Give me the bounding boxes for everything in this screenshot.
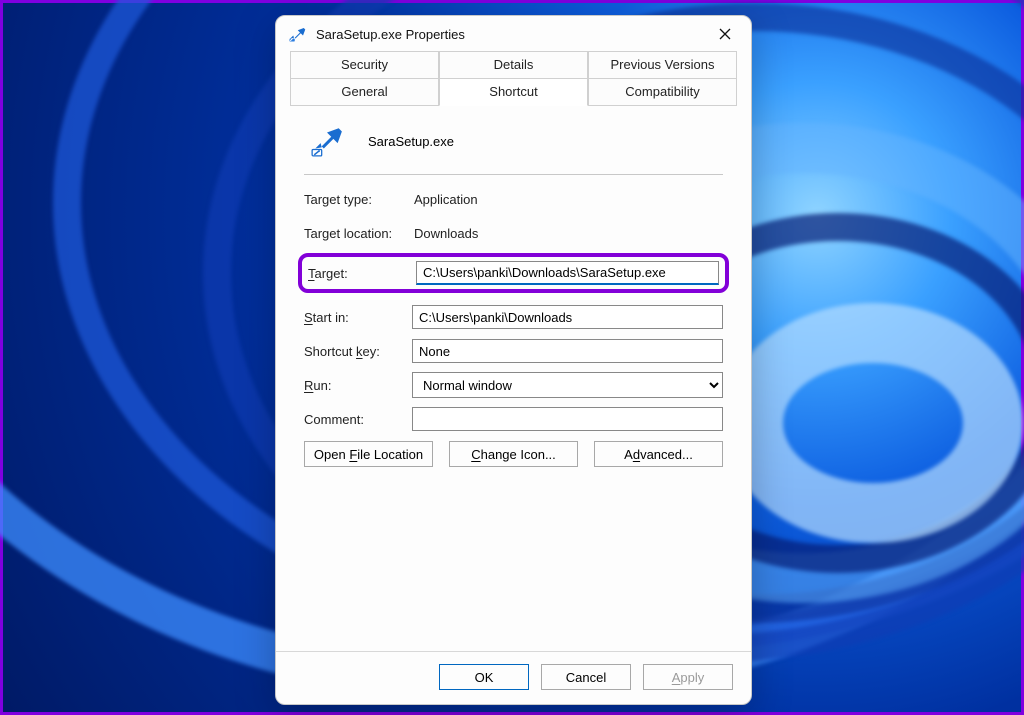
tab-general[interactable]: General — [290, 78, 439, 106]
dialog-footer: OK Cancel Apply — [276, 651, 751, 704]
start-in-input[interactable] — [412, 305, 723, 329]
label-shortcut-key: Shortcut key: — [304, 344, 412, 359]
comment-input[interactable] — [412, 407, 723, 431]
target-row-highlight: Target: — [298, 253, 729, 293]
titlebar[interactable]: SaraSetup.exe Properties — [276, 16, 751, 52]
app-shortcut-icon — [310, 124, 344, 158]
tabs: Security Details Previous Versions Gener… — [276, 52, 751, 477]
target-input[interactable] — [416, 261, 719, 285]
close-button[interactable] — [703, 18, 747, 50]
change-icon-button[interactable]: Change Icon... — [449, 441, 578, 467]
tab-security[interactable]: Security — [290, 51, 439, 79]
properties-dialog: SaraSetup.exe Properties Security Detail… — [275, 15, 752, 705]
tab-compatibility[interactable]: Compatibility — [588, 78, 737, 106]
tab-previous-versions[interactable]: Previous Versions — [588, 51, 737, 79]
label-comment: Comment: — [304, 412, 412, 427]
label-target: Target: — [308, 266, 416, 281]
shortcut-key-input[interactable] — [412, 339, 723, 363]
open-file-location-button[interactable]: Open File Location — [304, 441, 433, 467]
desktop-background: SaraSetup.exe Properties Security Detail… — [0, 0, 1024, 715]
tab-shortcut[interactable]: Shortcut — [439, 78, 588, 106]
ok-button[interactable]: OK — [439, 664, 529, 690]
advanced-button[interactable]: Advanced... — [594, 441, 723, 467]
run-select[interactable]: Normal window — [412, 372, 723, 398]
label-run: Run: — [304, 378, 412, 393]
divider — [304, 174, 723, 175]
filename-label: SaraSetup.exe — [368, 134, 454, 149]
label-start-in: Start in: — [304, 310, 412, 325]
shortcut-icon — [288, 25, 306, 43]
window-title: SaraSetup.exe Properties — [316, 27, 703, 42]
label-target-location: Target location: — [304, 226, 412, 241]
tab-details[interactable]: Details — [439, 51, 588, 79]
apply-button[interactable]: Apply — [643, 664, 733, 690]
value-target-location: Downloads — [412, 226, 723, 241]
tab-panel-shortcut: SaraSetup.exe Target type: Application T… — [290, 106, 737, 477]
value-target-type: Application — [412, 192, 723, 207]
cancel-button[interactable]: Cancel — [541, 664, 631, 690]
label-target-type: Target type: — [304, 192, 412, 207]
